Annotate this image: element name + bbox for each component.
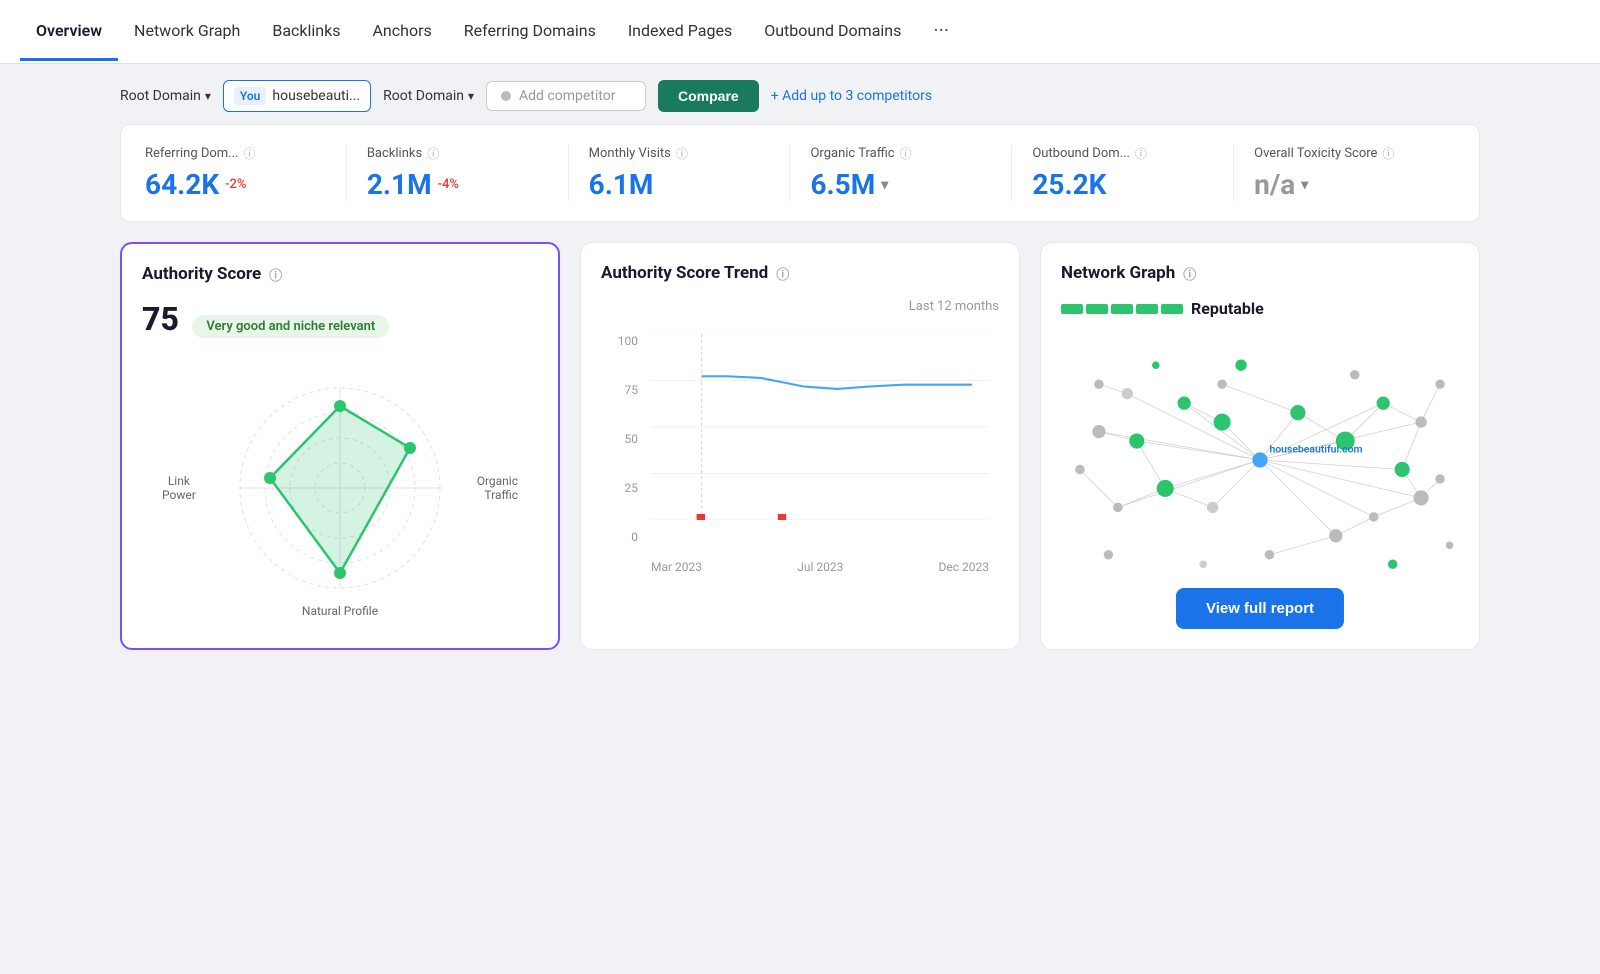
domain-label: housebeautiful.com [1269,442,1362,455]
metric-value-monthly: 6.1M [589,168,654,201]
legend-seg-4 [1136,304,1158,314]
legend-seg-5 [1161,304,1183,314]
nav-item-anchors[interactable]: Anchors [356,3,447,61]
chevron-down-icon-toxicity: ▾ [1301,177,1308,193]
metric-change-referring: -2% [225,177,246,192]
trend-title: Authority Score Trend [601,263,768,283]
radar-chart: LinkPower OrganicTraffic Natural Profile [142,348,538,628]
network-graph-card: Network Graph ⓘ Reputable [1040,242,1480,650]
network-canvas: housebeautiful.com [1061,330,1459,590]
trend-svg [651,334,989,520]
authority-score-badge: Very good and niche relevant [192,315,389,338]
metric-change-backlinks: -4% [438,177,459,192]
competitor-input[interactable]: Add competitor [486,81,646,111]
chart-area: 100 75 50 25 0 [601,324,999,584]
metric-value-outbound: 25.2K [1032,168,1106,201]
info-icon-6[interactable]: ⓘ [1382,145,1394,162]
nav-item-outbound-domains[interactable]: Outbound Domains [748,3,917,61]
chevron-down-icon-2: ▾ [468,89,474,103]
legend-bar [1061,304,1183,314]
legend-label: Reputable [1191,299,1264,318]
nav-item-referring-domains[interactable]: Referring Domains [448,3,612,61]
metric-value-toxicity: n/a [1254,168,1295,201]
chart-x-axis: Mar 2023 Jul 2023 Dec 2023 [651,560,989,574]
radar-label-organic-traffic: OrganicTraffic [477,474,518,502]
chevron-down-icon-organic: ▾ [881,177,888,193]
chevron-down-icon: ▾ [205,89,211,103]
info-icon-4[interactable]: ⓘ [900,145,912,162]
nav-item-network-graph[interactable]: Network Graph [118,3,256,61]
authority-score-title: Authority Score [142,264,261,284]
nav-item-indexed-pages[interactable]: Indexed Pages [612,3,748,61]
network-edges [1080,384,1440,555]
info-icon-network[interactable]: ⓘ [1183,264,1196,283]
info-icon-trend[interactable]: ⓘ [776,264,789,283]
domain-input-wrap[interactable]: You housebeauti... [223,80,371,112]
metric-toxicity-score: Overall Toxicity Score ⓘ n/a ▾ [1234,145,1455,201]
metric-label-referring: Referring Dom... [145,146,238,161]
nav-bar: Overview Network Graph Backlinks Anchors… [0,0,1600,64]
metric-label-outbound: Outbound Dom... [1032,146,1130,161]
compare-button[interactable]: Compare [658,80,759,112]
legend-seg-3 [1111,304,1133,314]
radar-label-natural-profile: Natural Profile [302,604,378,618]
metric-value-organic: 6.5M [810,168,875,201]
domain-value: housebeauti... [272,88,360,104]
info-icon-3[interactable]: ⓘ [676,145,688,162]
authority-score-card: Authority Score ⓘ 75 Very good and niche… [120,242,560,650]
trend-subtitle: Last 12 months [601,299,999,314]
network-title: Network Graph [1061,263,1175,283]
metric-monthly-visits: Monthly Visits ⓘ 6.1M [569,145,791,201]
radar-label-link-power: LinkPower [162,474,196,502]
metric-outbound-domains: Outbound Dom... ⓘ 25.2K [1012,145,1234,201]
legend-seg-1 [1061,304,1083,314]
legend-seg-2 [1086,304,1108,314]
nav-item-overview[interactable]: Overview [20,3,118,61]
radar-svg [230,378,450,598]
competitor-dot-icon [501,91,511,101]
nav-item-more[interactable]: ··· [917,0,965,63]
competitor-placeholder: Add competitor [519,88,615,104]
add-competitors-link[interactable]: + Add up to 3 competitors [771,88,932,104]
authority-score-value: 75 [142,300,179,338]
metric-label-backlinks: Backlinks [367,146,422,161]
metric-label-toxicity: Overall Toxicity Score [1254,146,1377,161]
metric-value-backlinks: 2.1M [367,168,432,201]
metric-backlinks: Backlinks ⓘ 2.1M -4% [347,145,569,201]
cards-row: Authority Score ⓘ 75 Very good and niche… [120,242,1480,650]
you-badge: You [234,87,266,105]
root-domain-dropdown-1[interactable]: Root Domain ▾ [120,88,211,104]
info-icon-5[interactable]: ⓘ [1135,145,1147,162]
metric-organic-traffic: Organic Traffic ⓘ 6.5M ▾ [790,145,1012,201]
metric-label-organic: Organic Traffic [810,146,894,161]
metrics-strip: Referring Dom... ⓘ 64.2K -2% Backlinks ⓘ… [120,124,1480,222]
metric-referring-domains: Referring Dom... ⓘ 64.2K -2% [145,145,347,201]
network-svg: housebeautiful.com [1061,330,1459,590]
trend-card: Authority Score Trend ⓘ Last 12 months 1… [580,242,1020,650]
info-icon-2[interactable]: ⓘ [427,145,439,162]
chart-y-axis: 100 75 50 25 0 [601,334,646,544]
view-full-report-button[interactable]: View full report [1176,588,1344,629]
info-icon-authority[interactable]: ⓘ [269,265,282,284]
metric-value-referring: 64.2K [145,168,219,201]
root-domain-dropdown-2[interactable]: Root Domain ▾ [383,88,474,104]
metric-label-monthly: Monthly Visits [589,146,671,161]
info-icon-1[interactable]: ⓘ [243,145,255,162]
nav-item-backlinks[interactable]: Backlinks [256,3,356,61]
network-legend: Reputable [1061,299,1459,318]
center-node [1252,452,1267,467]
toolbar: Root Domain ▾ You housebeauti... Root Do… [120,64,1480,124]
